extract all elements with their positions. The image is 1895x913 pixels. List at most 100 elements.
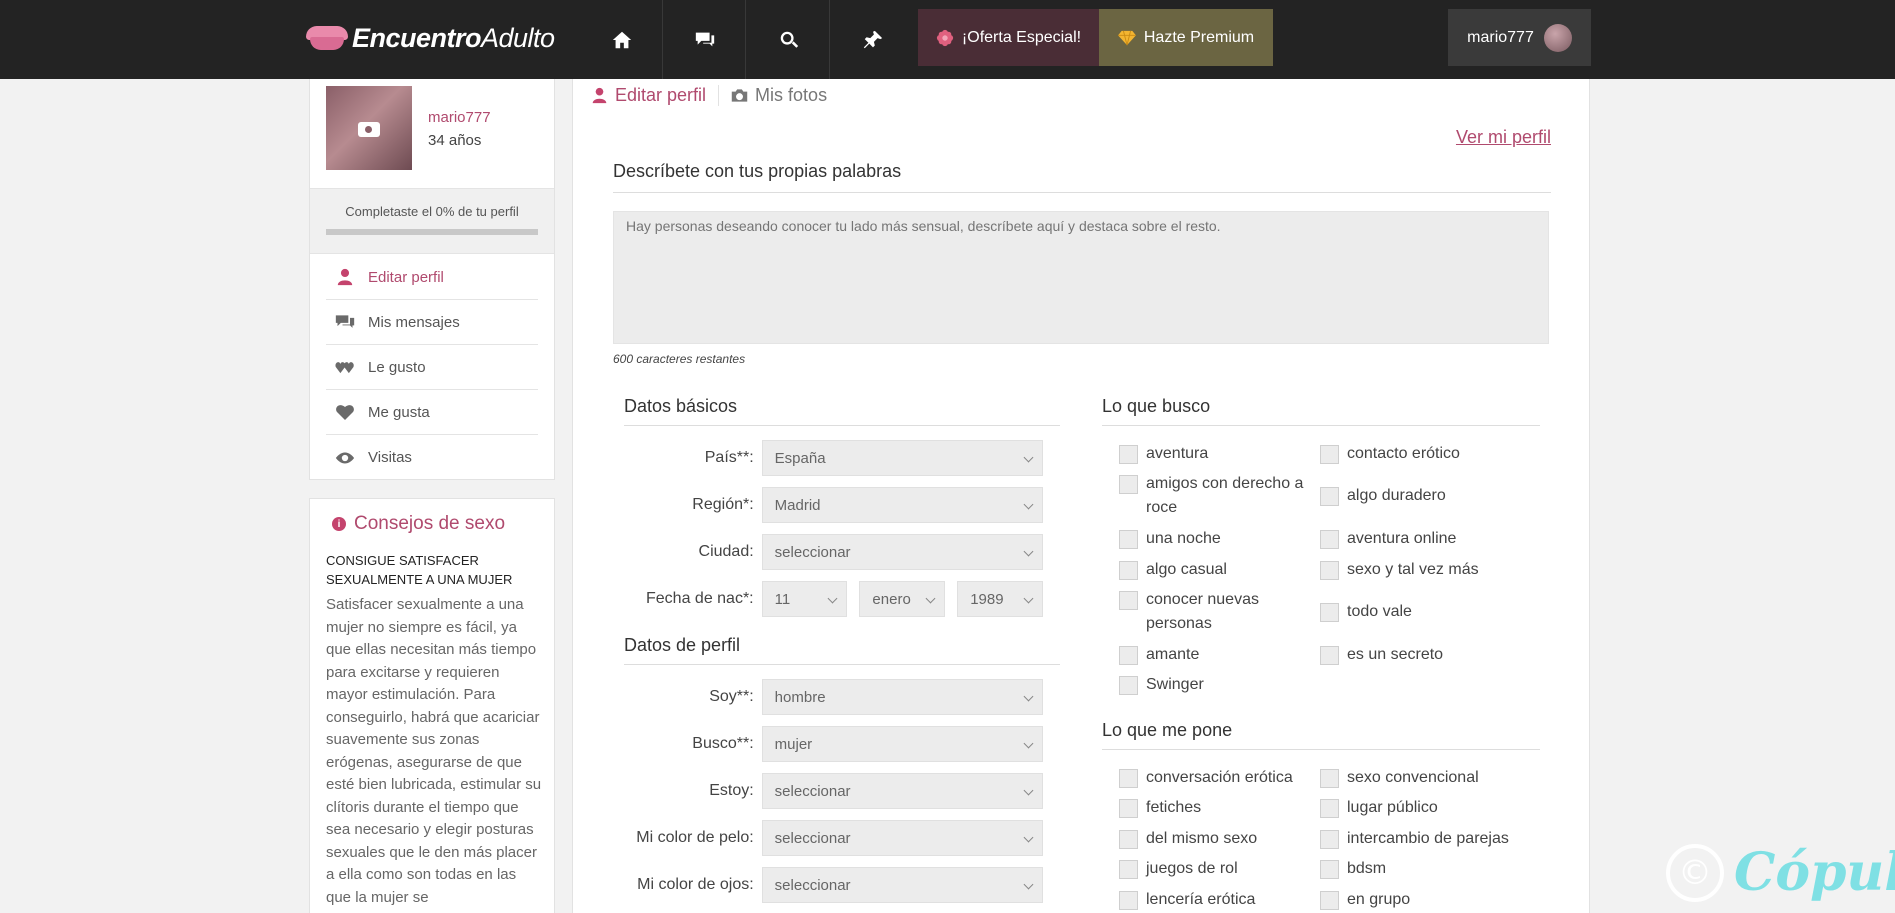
checkbox-lenceria-erotica[interactable] [1119,891,1138,910]
search-icon [780,31,798,48]
hearts-icon [335,362,354,374]
seeking-select[interactable]: mujer [761,726,1043,762]
checkbox-algo-duradero[interactable] [1320,487,1339,506]
checkbox-aventura[interactable] [1119,445,1138,464]
birth-year-select[interactable]: 1989 [957,581,1044,617]
checkbox-en-grupo[interactable] [1320,891,1339,910]
eye-color-row: Mi color de ojos: seleccionar [623,867,1043,903]
checkbox-fetiches[interactable] [1119,799,1138,818]
checkbox-contacto-erotico[interactable] [1320,445,1339,464]
country-label: País**: [704,449,754,466]
nav-messages-button[interactable] [664,0,746,79]
checkbox-del-mismo-sexo[interactable] [1119,830,1138,849]
diamond-icon [1117,30,1136,45]
profile-completion-text: Completaste el 0% de tu perfil [345,204,519,219]
tab-mis-fotos[interactable]: Mis fotos [718,85,839,106]
copyright-icon: © [1666,843,1724,902]
checkbox-amigos-con-derecho-a-roce[interactable] [1119,475,1138,494]
nav-home-button[interactable] [581,0,663,79]
eye-color-label: Mi color de ojos: [637,876,754,893]
checkbox-una-noche[interactable] [1119,530,1138,549]
premium-button[interactable]: Hazte Premium [1099,9,1273,66]
home-icon [612,31,631,48]
turn-ons-title: Lo que me pone [1102,720,1540,750]
nav-pin-button[interactable] [832,0,914,79]
checkbox-es-un-secreto[interactable] [1320,646,1339,665]
sex-tips-heading: CONSIGUE SATISFACER SEXUALMENTE A UNA MU… [326,553,513,587]
city-select[interactable]: seleccionar [761,534,1043,570]
checkbox-amante[interactable] [1119,646,1138,665]
birthdate-row: Fecha de nac*: 11 enero 1989 [623,581,1044,617]
checkbox-conversacion-erotica[interactable] [1119,769,1138,788]
checkbox-label: del mismo sexo [1146,830,1258,847]
checkbox-label: es un secreto [1347,646,1444,663]
sidebar-item-visitas[interactable]: Visitas [326,435,538,480]
messages-icon [335,315,355,328]
country-select[interactable]: España [761,440,1043,476]
checkbox-lugar-publico[interactable] [1320,799,1339,818]
checkbox-sexo-convencional[interactable] [1320,769,1339,788]
checkbox-label: aventura [1146,445,1209,462]
lips-logo-icon [306,24,348,52]
sidebar-item-editar-perfil[interactable]: Editar perfil [326,255,538,300]
checkbox-label: Swinger [1146,676,1204,693]
profile-completion-bar [326,229,538,235]
site-logo[interactable]: EncuentroAdulto [306,20,555,56]
profile-username[interactable]: mario777 [428,109,491,126]
birth-month-select[interactable]: enero [859,581,946,617]
checkbox-bdsm[interactable] [1320,860,1339,879]
hair-color-row: Mi color de pelo: seleccionar [623,820,1043,856]
checkbox-conocer-nuevas-personas[interactable] [1119,591,1138,610]
hair-color-select[interactable]: seleccionar [761,820,1043,856]
region-select[interactable]: Madrid [761,487,1043,523]
checkbox-label: bdsm [1347,860,1387,877]
basic-data-title: Datos básicos [624,396,1060,426]
checkbox-intercambio-de-parejas[interactable] [1320,830,1339,849]
info-icon: i [332,517,346,531]
gender-select[interactable]: hombre [761,679,1043,715]
user-icon [337,268,353,286]
tab-editar-perfil-label: Editar perfil [615,85,707,105]
checkbox-juegos-de-rol[interactable] [1119,860,1138,879]
sidebar-item-label: Me gusta [368,403,430,421]
checkbox-algo-casual[interactable] [1119,561,1138,580]
header-username: mario777 [1467,28,1534,46]
camera-icon [731,89,748,102]
view-profile-link[interactable]: Ver mi perfil [1456,127,1551,148]
user-menu-button[interactable]: mario777 [1448,9,1591,66]
sex-tips-title[interactable]: i Consejos de sexo [332,513,505,535]
hair-color-label: Mi color de pelo: [636,829,754,846]
status-select[interactable]: seleccionar [761,773,1043,809]
description-textarea[interactable] [613,211,1549,344]
checkbox-label: todo vale [1347,603,1412,620]
checkbox-label: fetiches [1146,799,1202,816]
checkbox-sexo-y-tal-vez-mas[interactable] [1320,561,1339,580]
city-label: Ciudad: [698,543,754,560]
copuli-watermark: © Cópuli [1666,842,1895,903]
checkbox-label: amigos con derecho a roce [1146,475,1304,516]
sidebar-item-me-gusta[interactable]: Me gusta [326,390,538,435]
checkbox-label: intercambio de parejas [1347,830,1509,847]
sidebar-item-label: Visitas [368,449,412,466]
checkbox-label: sexo y tal vez más [1347,561,1479,578]
birth-day-select[interactable]: 11 [761,581,848,617]
nav-search-button[interactable] [748,0,830,79]
eye-color-select[interactable]: seleccionar [761,867,1043,903]
sidebar-item-le-gusto[interactable]: Le gusto [326,345,538,390]
checkbox-swinger[interactable] [1119,676,1138,695]
country-row: País**: España [623,440,1043,476]
sex-tips-body: Satisfacer sexualmente a una mujer no si… [326,596,542,906]
checkbox-aventura-online[interactable] [1320,530,1339,549]
profile-data-title: Datos de perfil [624,635,1060,665]
profile-photo[interactable] [326,86,412,170]
tab-editar-perfil[interactable]: Editar perfil [591,85,718,106]
special-offer-button[interactable]: ¡Oferta Especial! [918,9,1099,66]
checkbox-label: aventura online [1347,530,1457,547]
gender-label: Soy**: [709,688,754,705]
region-label: Región*: [692,496,754,513]
region-row: Región*: Madrid [623,487,1043,523]
sidebar-item-mis-mensajes[interactable]: Mis mensajes [326,300,538,345]
checkbox-todo-vale[interactable] [1320,603,1339,622]
looking-for-title: Lo que busco [1102,396,1540,426]
profile-card: mario777 34 años Completaste el 0% de tu… [309,79,555,480]
